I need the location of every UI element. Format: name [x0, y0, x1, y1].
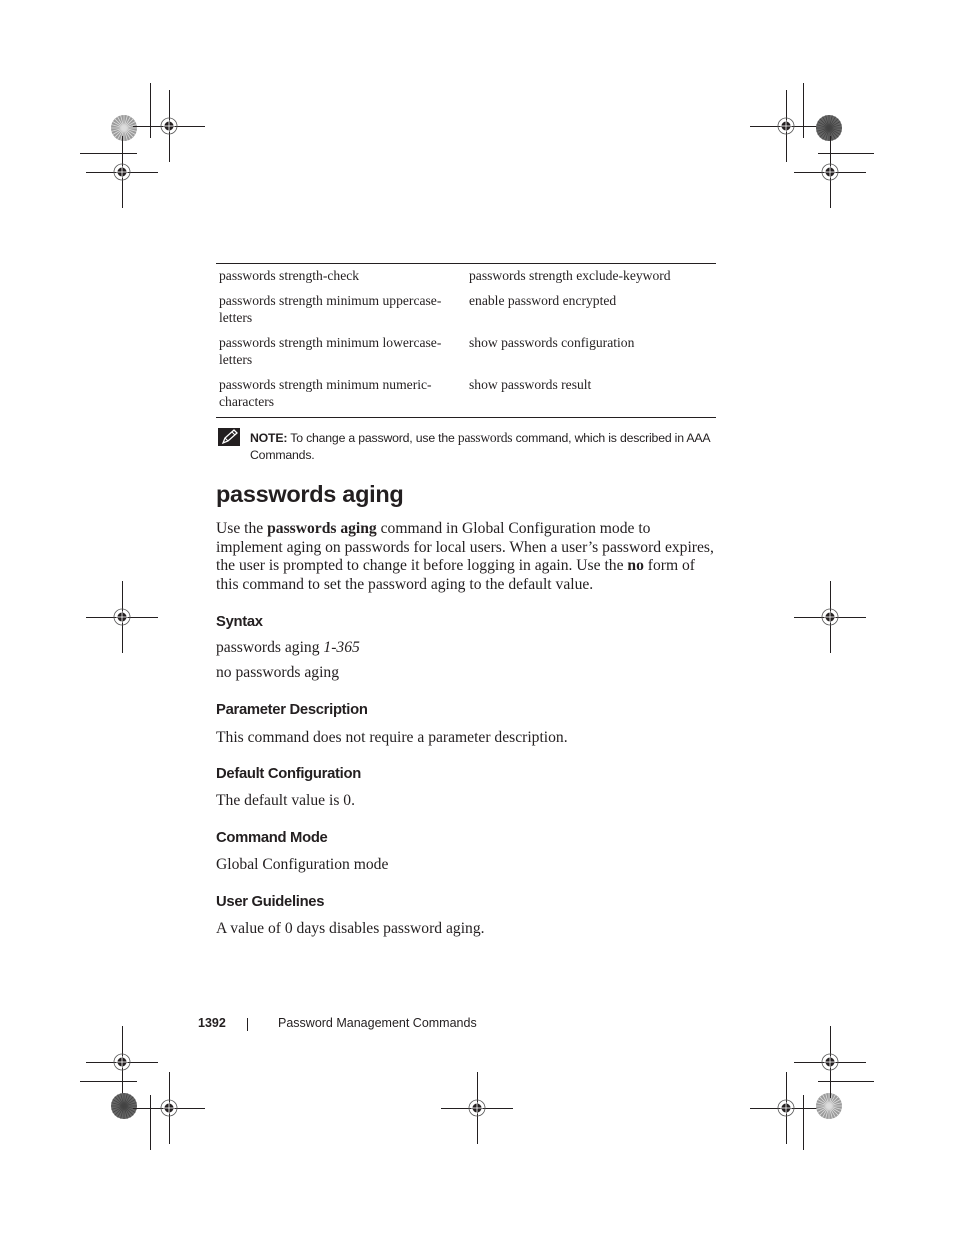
registration-target-icon: [777, 117, 795, 135]
registration-target-icon: [821, 163, 839, 181]
registration-target-icon: [113, 163, 131, 181]
crop-line: [803, 83, 804, 138]
table-cell: passwords strength minimum lowercase-let…: [219, 335, 442, 367]
table-cell: show passwords result: [469, 377, 592, 392]
color-registration-disc-icon: [111, 115, 137, 141]
crop-line: [150, 1095, 151, 1150]
crop-line: [80, 1081, 137, 1082]
parameter-description-text: This command does not require a paramete…: [216, 729, 568, 746]
crop-line: [818, 153, 874, 154]
table-cell: passwords strength minimum numeric-chara…: [219, 377, 432, 409]
note-label: NOTE:: [250, 431, 288, 445]
parameter-description-heading: Parameter Description: [216, 702, 368, 718]
no-keyword: no: [627, 557, 644, 575]
pencil-note-icon: [218, 428, 240, 446]
registration-target-icon: [113, 1053, 131, 1071]
color-registration-disc-icon: [816, 115, 842, 141]
crop-line: [150, 83, 151, 138]
crop-line: [80, 153, 137, 154]
registration-target-icon: [160, 1099, 178, 1117]
registration-target-icon: [821, 1053, 839, 1071]
registration-target-icon: [160, 117, 178, 135]
table-row: passwords strength minimum uppercase-let…: [216, 289, 716, 331]
related-commands-table: passwords strength-check passwords streng…: [216, 263, 716, 418]
syntax-parameter: 1-365: [323, 639, 360, 656]
color-registration-disc-icon: [816, 1093, 842, 1119]
footer-separator: [247, 1018, 248, 1031]
user-guidelines-text: A value of 0 days disables password agin…: [216, 920, 485, 937]
table-cell: passwords strength minimum uppercase-let…: [219, 293, 442, 325]
command-mode-text: Global Configuration mode: [216, 856, 389, 873]
crop-line: [818, 1081, 874, 1082]
syntax-line-1: passwords aging 1-365: [216, 639, 360, 656]
table-cell: passwords strength-check: [219, 268, 360, 283]
intro-paragraph: Use the passwords aging command in Globa…: [216, 520, 714, 593]
section-title: passwords aging: [216, 481, 404, 507]
note-text: NOTE: To change a password, use the pass…: [250, 430, 710, 462]
table-cell: show passwords configuration: [469, 335, 635, 350]
default-configuration-text: The default value is 0.: [216, 792, 355, 809]
page-number: 1392: [198, 1016, 226, 1030]
crop-line: [803, 1095, 804, 1150]
table-row: passwords strength minimum numeric-chara…: [216, 373, 716, 418]
user-guidelines-heading: User Guidelines: [216, 894, 325, 910]
registration-target-icon: [777, 1099, 795, 1117]
chapter-title: Password Management Commands: [278, 1016, 477, 1030]
table-cell: enable password encrypted: [469, 293, 617, 308]
syntax-line-2: no passwords aging: [216, 664, 340, 681]
note-command: passwords: [457, 430, 513, 445]
registration-target-icon: [821, 608, 839, 626]
registration-target-icon: [468, 1099, 486, 1117]
intro-command: passwords aging: [267, 520, 377, 537]
table-cell: passwords strength exclude-keyword: [469, 268, 671, 283]
color-registration-disc-icon: [111, 1093, 137, 1119]
registration-target-icon: [113, 608, 131, 626]
syntax-heading: Syntax: [216, 614, 263, 630]
table-row: passwords strength minimum lowercase-let…: [216, 331, 716, 373]
table-row: passwords strength-check passwords streng…: [216, 264, 716, 290]
command-mode-heading: Command Mode: [216, 830, 328, 846]
default-configuration-heading: Default Configuration: [216, 766, 361, 782]
